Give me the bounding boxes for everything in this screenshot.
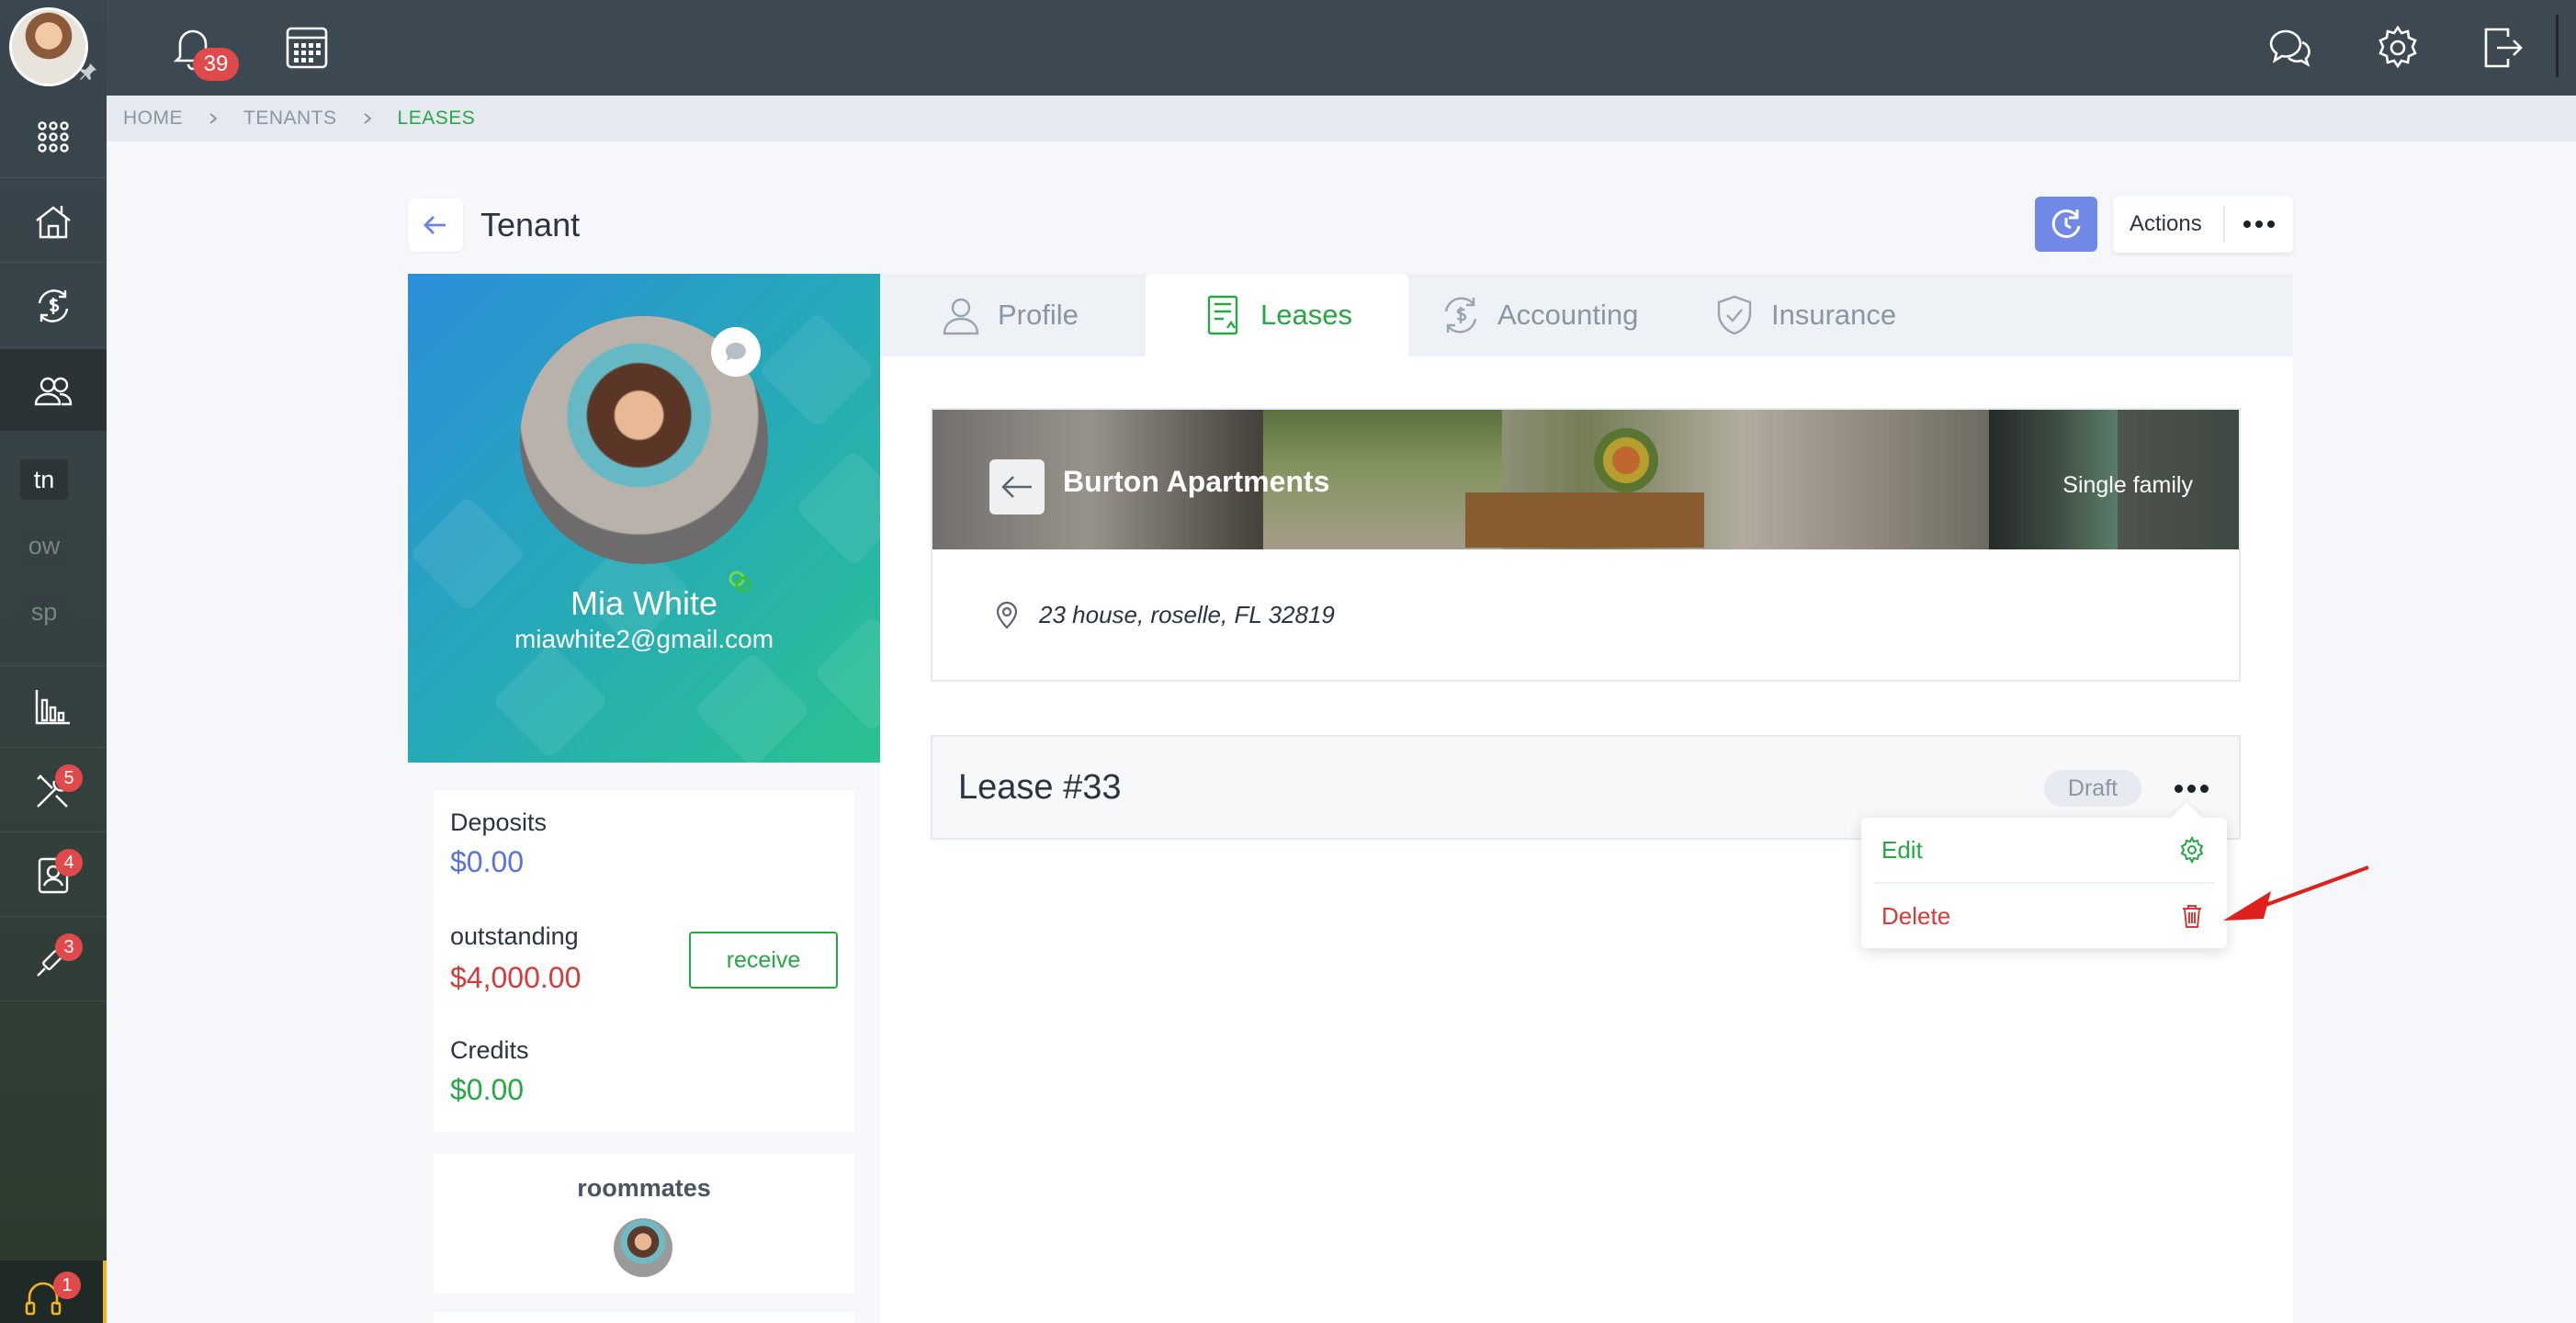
breadcrumb-leases: LEASES [397, 107, 476, 129]
breadcrumb-tenants[interactable]: TENANTS [243, 107, 337, 130]
portal-ow[interactable]: ow [20, 526, 68, 566]
calendar-button[interactable] [281, 22, 333, 74]
accounting-icon [38, 288, 69, 322]
tab-leases[interactable]: Leases [1146, 274, 1408, 356]
chat-icon [2269, 29, 2310, 67]
lease-title[interactable]: Lease #33 [958, 768, 1122, 808]
menu-item-edit[interactable]: Edit [1861, 818, 2227, 882]
property-address: 23 house, roselle, FL 32819 [1039, 601, 1335, 628]
tenant-name: Mia White [570, 584, 718, 622]
breadcrumb-home[interactable]: HOME [123, 107, 183, 130]
sidebar-item-properties[interactable] [0, 180, 107, 263]
refresh-icon [2051, 209, 2081, 239]
property-name[interactable]: Burton Apartments [1063, 465, 1329, 499]
menu-item-edit-label: Edit [1881, 835, 1923, 864]
outstanding-label: outstanding [450, 922, 579, 950]
property-card: Burton Apartments Single family 23 house… [931, 408, 2241, 682]
lease-more-icon[interactable] [2175, 785, 2209, 793]
lease-status-badge: Draft [2044, 770, 2141, 807]
support-button[interactable]: 1 [0, 1261, 107, 1323]
back-button[interactable] [408, 198, 463, 252]
tab-profile[interactable]: Profile [939, 274, 1159, 356]
tenants-icon [34, 377, 73, 405]
credits-value: $0.00 [450, 1073, 525, 1106]
more-icon[interactable] [2225, 220, 2293, 228]
contacts-badge: 4 [55, 849, 83, 876]
left-column-next-card [434, 1312, 854, 1323]
maintenance-badge: 5 [55, 764, 83, 792]
tab-accounting[interactable]: Accounting [1439, 274, 1678, 356]
refresh-button[interactable] [2035, 197, 2097, 252]
reports-icon [35, 690, 70, 725]
sidebar-item-tools[interactable]: 3 [0, 919, 107, 1001]
sidebar-item-apps[interactable] [0, 96, 107, 178]
property-banner-image: Burton Apartments Single family [932, 410, 2239, 549]
chevron-right-icon [209, 113, 218, 124]
sidebar-item-contacts[interactable]: 4 [0, 834, 107, 917]
chat-button[interactable] [2264, 22, 2315, 74]
menu-item-delete[interactable]: Delete [1861, 884, 2227, 948]
tab-insurance-label: Insurance [1771, 299, 1897, 331]
notifications-badge: 39 [193, 48, 239, 81]
shield-icon [1717, 295, 1752, 335]
sidebar: tn ow sp 5 4 3 1 [0, 0, 107, 1323]
roommates-card: roommates [434, 1154, 854, 1294]
deposits-label: Deposits [450, 808, 548, 836]
deposits-value: $0.00 [450, 845, 525, 878]
tenant-profile-card: Mia White miawhite2@gmail.com [408, 274, 880, 763]
location-pin-icon [996, 601, 1018, 629]
chat-bubble-icon [726, 343, 746, 361]
logout-button[interactable] [2477, 22, 2528, 74]
user-icon [943, 298, 979, 335]
sidebar-item-tenants[interactable] [0, 349, 107, 432]
actions-dropdown[interactable]: Actions [2113, 196, 2293, 253]
logout-icon [2484, 28, 2523, 68]
calendar-icon [286, 27, 328, 69]
roommate-avatar[interactable] [614, 1218, 672, 1277]
tab-insurance[interactable]: Insurance [1712, 274, 1951, 356]
lease-document-icon [1207, 295, 1238, 335]
tab-leases-label: Leases [1260, 299, 1352, 331]
menu-item-delete-label: Delete [1881, 901, 1951, 930]
chevron-right-icon [363, 113, 372, 124]
breadcrumb: HOME TENANTS LEASES [107, 96, 2576, 141]
trash-icon [2183, 905, 2201, 928]
lease-actions-menu: Edit Delete [1861, 802, 2227, 948]
tenant-email: miawhite2@gmail.com [514, 625, 774, 653]
tools-badge: 3 [55, 933, 83, 961]
annotation-arrow [2223, 865, 2369, 921]
credits-label: Credits [450, 1036, 529, 1064]
roommates-title: roommates [577, 1174, 711, 1202]
actions-label[interactable]: Actions [2113, 211, 2223, 237]
outstanding-value: $4,000.00 [450, 961, 582, 994]
tab-profile-label: Profile [998, 299, 1079, 331]
portal-sp[interactable]: sp [20, 592, 68, 632]
message-tenant-button[interactable] [711, 327, 761, 377]
balance-card: Deposits $0.00 outstanding $4,000.00 rec… [434, 790, 854, 1132]
properties-icon [36, 205, 71, 238]
pin-icon[interactable] [77, 61, 99, 83]
top-bar: 39 [107, 0, 2576, 96]
page-title: Tenant [480, 206, 581, 243]
topbar-divider [2556, 15, 2559, 77]
portal-tn[interactable]: tn [20, 459, 68, 500]
property-type: Single family [2062, 472, 2193, 498]
apps-grid-icon [38, 120, 69, 153]
sidebar-item-maintenance[interactable]: 5 [0, 750, 107, 832]
tab-accounting-label: Accounting [1497, 299, 1639, 331]
support-badge: 1 [53, 1272, 81, 1299]
accounting-icon [1444, 297, 1477, 334]
sidebar-item-reports[interactable] [0, 665, 107, 748]
settings-button[interactable] [2372, 22, 2423, 74]
arrow-left-icon [1001, 476, 1032, 498]
property-back-button[interactable] [989, 459, 1045, 514]
receive-button[interactable]: receive [689, 932, 838, 989]
sidebar-item-accounting[interactable] [0, 265, 107, 347]
arrow-left-icon [424, 216, 446, 234]
gear-icon [2180, 835, 2204, 865]
gear-icon [2378, 25, 2417, 69]
